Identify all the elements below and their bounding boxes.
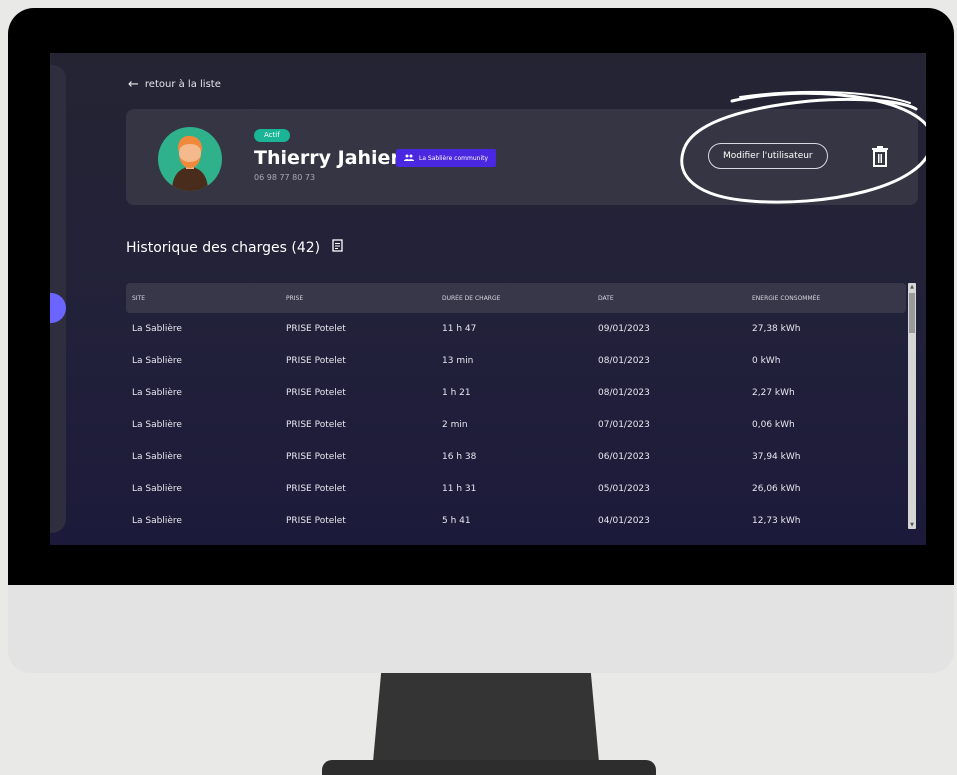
cell-duree: 11 h 47 bbox=[442, 324, 477, 334]
cell-prise: PRISE Potelet bbox=[286, 388, 346, 398]
cell-duree: 5 h 41 bbox=[442, 516, 471, 526]
user-name: Thierry Jahier bbox=[254, 147, 400, 169]
users-icon bbox=[404, 154, 414, 163]
status-badge: Actif bbox=[254, 129, 290, 142]
cell-energie: 12,73 kWh bbox=[752, 516, 801, 526]
export-document-icon[interactable] bbox=[332, 239, 343, 256]
cell-site: La Sablière bbox=[132, 324, 182, 334]
cell-prise: PRISE Potelet bbox=[286, 452, 346, 462]
cell-site: La Sablière bbox=[132, 388, 182, 398]
column-header-energie[interactable]: ENERGIE CONSOMMÉE bbox=[752, 295, 902, 302]
column-header-date[interactable]: DATE bbox=[598, 295, 752, 302]
cell-prise: PRISE Potelet bbox=[286, 356, 346, 366]
cell-site: La Sablière bbox=[132, 516, 182, 526]
user-profile-card: Actif Thierry Jahier 06 98 77 80 73 La S… bbox=[126, 109, 918, 205]
table-row[interactable]: La Sablière PRISE Potelet 5 h 41 04/01/2… bbox=[126, 505, 906, 537]
table-row[interactable]: La Sablière PRISE Potelet 13 min 08/01/2… bbox=[126, 345, 906, 377]
cell-duree: 2 min bbox=[442, 420, 468, 430]
cell-energie: 37,94 kWh bbox=[752, 452, 801, 462]
cell-energie: 2,27 kWh bbox=[752, 388, 795, 398]
cell-duree: 1 h 21 bbox=[442, 388, 471, 398]
scrollbar-thumb[interactable] bbox=[909, 293, 915, 333]
cell-duree: 13 min bbox=[442, 356, 474, 366]
cell-date: 07/01/2023 bbox=[598, 420, 650, 430]
table-row[interactable]: La Sablière PRISE Potelet 2 min 07/01/20… bbox=[126, 409, 906, 441]
user-phone: 06 98 77 80 73 bbox=[254, 173, 316, 182]
column-header-duree[interactable]: DURÉE DE CHARGE bbox=[442, 295, 598, 302]
table-row[interactable]: La Sablière PRISE Potelet 11 h 31 05/01/… bbox=[126, 473, 906, 505]
table-row[interactable]: La Sablière PRISE Potelet 16 h 38 06/01/… bbox=[126, 441, 906, 473]
monitor-stand bbox=[372, 673, 600, 773]
scroll-up-icon[interactable]: ▲ bbox=[909, 284, 915, 290]
cell-duree: 11 h 31 bbox=[442, 484, 477, 494]
monitor-chin bbox=[8, 585, 954, 673]
cell-date: 09/01/2023 bbox=[598, 324, 650, 334]
cell-site: La Sablière bbox=[132, 452, 182, 462]
avatar bbox=[158, 127, 222, 191]
cell-prise: PRISE Potelet bbox=[286, 516, 346, 526]
community-badge[interactable]: La Sablière community bbox=[396, 149, 497, 167]
arrow-left-icon: ← bbox=[128, 77, 139, 92]
charge-history-label: Historique des charges (42) bbox=[126, 239, 321, 256]
cell-date: 08/01/2023 bbox=[598, 356, 650, 366]
cell-prise: PRISE Potelet bbox=[286, 420, 346, 430]
cell-date: 04/01/2023 bbox=[598, 516, 650, 526]
edit-user-button[interactable]: Modifier l'utilisateur bbox=[708, 143, 828, 169]
table-row[interactable]: La Sablière PRISE Potelet 11 h 47 09/01/… bbox=[126, 313, 906, 345]
back-to-list-link[interactable]: ← retour à la liste bbox=[128, 77, 221, 92]
cell-energie: 27,38 kWh bbox=[752, 324, 801, 334]
cell-prise: PRISE Potelet bbox=[286, 484, 346, 494]
charge-history-title: Historique des charges (42) bbox=[126, 239, 343, 256]
charge-history-table: SITE PRISE DURÉE DE CHARGE DATE ENERGIE … bbox=[126, 283, 906, 537]
table-row[interactable]: La Sablière PRISE Potelet 1 h 21 08/01/2… bbox=[126, 377, 906, 409]
column-header-prise[interactable]: PRISE bbox=[286, 295, 442, 302]
table-header: SITE PRISE DURÉE DE CHARGE DATE ENERGIE … bbox=[126, 283, 906, 313]
cell-site: La Sablière bbox=[132, 484, 182, 494]
cell-prise: PRISE Potelet bbox=[286, 324, 346, 334]
cell-date: 06/01/2023 bbox=[598, 452, 650, 462]
cell-site: La Sablière bbox=[132, 420, 182, 430]
back-link-label: retour à la liste bbox=[144, 79, 221, 90]
trash-icon[interactable] bbox=[870, 145, 890, 167]
cell-duree: 16 h 38 bbox=[442, 452, 477, 462]
cell-energie: 26,06 kWh bbox=[752, 484, 801, 494]
cell-energie: 0 kWh bbox=[752, 356, 781, 366]
cell-site: La Sablière bbox=[132, 356, 182, 366]
monitor-stand-base bbox=[322, 760, 656, 775]
scroll-down-icon[interactable]: ▼ bbox=[909, 522, 915, 528]
cell-date: 08/01/2023 bbox=[598, 388, 650, 398]
app-screen: ← retour à la liste Actif Thierry Jahier… bbox=[50, 53, 926, 545]
cell-date: 05/01/2023 bbox=[598, 484, 650, 494]
community-label: La Sablière community bbox=[419, 154, 489, 162]
table-scrollbar[interactable]: ▲ ▼ bbox=[908, 283, 916, 529]
cell-energie: 0,06 kWh bbox=[752, 420, 795, 430]
column-header-site[interactable]: SITE bbox=[126, 295, 286, 302]
